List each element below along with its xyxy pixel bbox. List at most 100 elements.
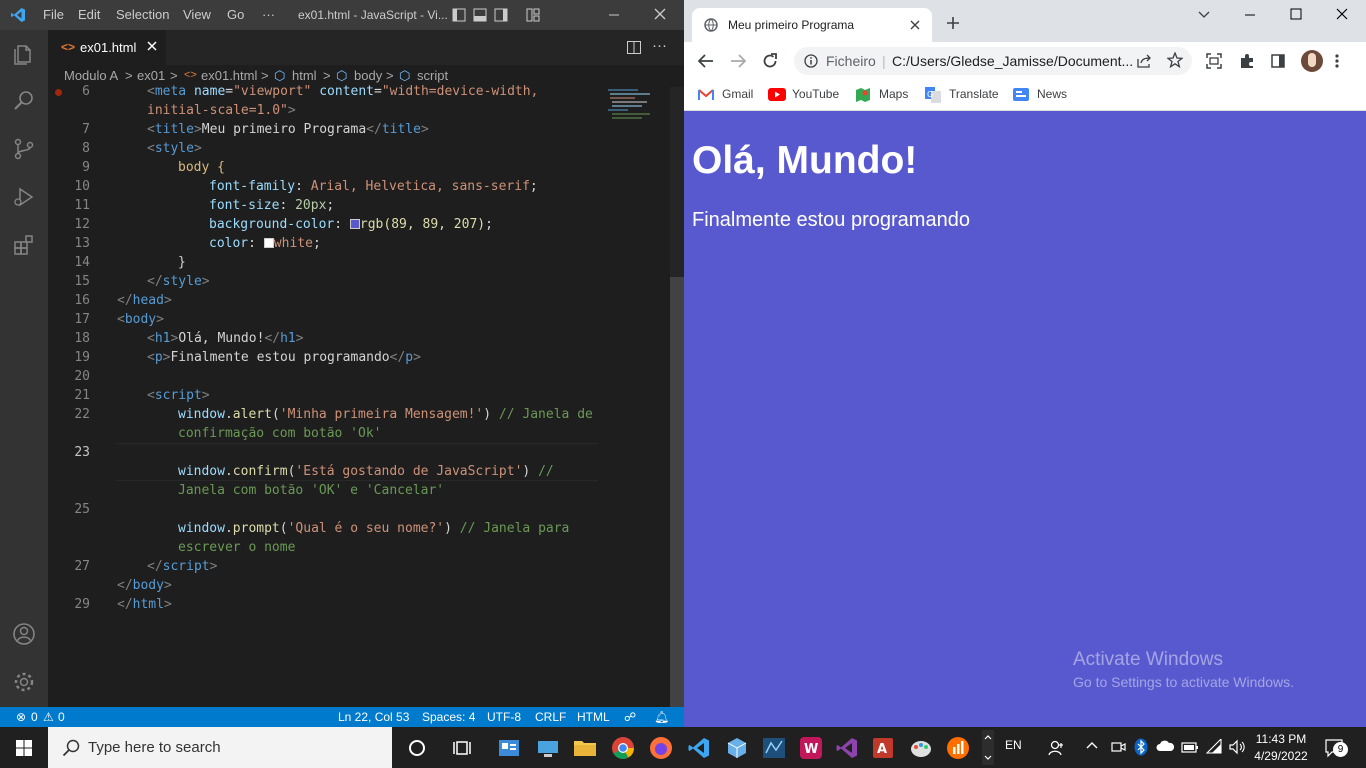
code-editor[interactable]: 6 7 8 9 10 11 12 13 14 15 16 17 18 19 20… xyxy=(48,84,684,707)
cortana-icon[interactable] xyxy=(404,735,430,761)
more-actions-icon[interactable]: ··· xyxy=(652,37,667,54)
back-arrow-icon[interactable] xyxy=(698,54,714,68)
language-mode[interactable]: HTML xyxy=(577,710,610,724)
run-debug-icon[interactable] xyxy=(12,185,36,209)
extensions-puzzle-icon[interactable] xyxy=(1239,53,1255,69)
minimize-icon[interactable] xyxy=(1244,8,1256,20)
windows-start-icon[interactable] xyxy=(16,740,32,756)
input-language[interactable]: EN xyxy=(1005,738,1022,752)
bookmark-gmail[interactable]: Gmail xyxy=(698,86,758,104)
close-icon[interactable] xyxy=(653,7,667,21)
menu-selection[interactable]: Selection xyxy=(116,7,169,22)
color-swatch[interactable] xyxy=(349,219,360,229)
people-icon[interactable] xyxy=(1048,739,1066,757)
reload-icon[interactable] xyxy=(762,53,778,69)
bookmark-youtube[interactable]: YouTube xyxy=(768,86,840,104)
search-icon[interactable] xyxy=(12,89,36,113)
side-panel-icon[interactable] xyxy=(1271,54,1285,68)
clock-time[interactable]: 11:43 PM xyxy=(1253,732,1309,746)
minimap[interactable] xyxy=(604,87,664,147)
color-swatch[interactable] xyxy=(263,238,274,248)
firefox-app-icon[interactable] xyxy=(648,735,674,761)
breadcrumb-folder[interactable]: Modulo A xyxy=(64,68,118,83)
browser-tab[interactable]: Meu primeiro Programa xyxy=(692,8,932,42)
task-view-icon[interactable] xyxy=(451,735,477,761)
paint-app-icon[interactable] xyxy=(908,735,934,761)
tab-close-icon[interactable] xyxy=(147,41,157,51)
file-explorer-icon[interactable] xyxy=(572,735,598,761)
share-icon[interactable] xyxy=(1136,53,1152,69)
close-icon[interactable] xyxy=(1336,8,1348,20)
address-bar[interactable]: Ficheiro | C:/Users/Gledse_Jamisse/Docum… xyxy=(794,47,1192,75)
toggle-sidebar-icon[interactable] xyxy=(452,8,466,22)
stats-app-icon[interactable] xyxy=(945,735,971,761)
screenshot-capture-icon[interactable] xyxy=(1206,53,1222,69)
toggle-secondary-sidebar-icon[interactable] xyxy=(494,8,508,22)
bookmark-maps[interactable]: Maps xyxy=(855,86,911,104)
error-icon[interactable]: ⊗ xyxy=(16,710,26,724)
scrollbar-thumb[interactable] xyxy=(670,277,684,707)
extensions-icon[interactable] xyxy=(12,233,36,257)
menu-view[interactable]: View xyxy=(183,7,211,22)
maximize-icon[interactable] xyxy=(1290,8,1302,20)
meet-now-icon[interactable] xyxy=(1110,739,1126,755)
show-hidden-icons-chevron-icon[interactable] xyxy=(1086,741,1098,751)
breadcrumb-file[interactable]: ex01.html xyxy=(201,68,257,83)
chrome-app-icon[interactable] xyxy=(610,735,636,761)
menu-file[interactable]: File xyxy=(43,7,64,22)
minimize-icon[interactable] xyxy=(608,7,620,21)
notifications-bell-icon[interactable]: 🔔︎ xyxy=(654,710,669,724)
bluetooth-icon[interactable] xyxy=(1134,738,1148,756)
url-text[interactable]: C:/Users/Gledse_Jamisse/Document... xyxy=(892,53,1133,69)
breadcrumb-html[interactable]: html xyxy=(292,68,317,83)
onedrive-cloud-icon[interactable] xyxy=(1156,740,1174,752)
source-control-icon[interactable] xyxy=(12,137,36,161)
visual-studio-app-icon[interactable] xyxy=(834,735,860,761)
bookmark-news[interactable]: News xyxy=(1013,86,1069,104)
warnings-count[interactable]: 0 xyxy=(58,710,65,724)
access-app-icon[interactable]: A xyxy=(870,735,896,761)
breadcrumb-body[interactable]: body xyxy=(354,68,382,83)
tab-ex01-html[interactable]: <> ex01.html xyxy=(48,30,166,65)
customize-layout-icon[interactable] xyxy=(526,8,540,22)
3d-box-app-icon[interactable] xyxy=(724,735,750,761)
battery-icon[interactable] xyxy=(1181,739,1199,755)
bookmark-star-icon[interactable] xyxy=(1167,52,1183,68)
info-icon[interactable] xyxy=(804,54,818,68)
toggle-panel-icon[interactable] xyxy=(473,8,487,22)
taskbar-overflow-scroll[interactable] xyxy=(982,730,994,765)
explorer-icon[interactable] xyxy=(12,42,36,66)
menu-edit[interactable]: Edit xyxy=(78,7,100,22)
split-editor-icon[interactable] xyxy=(627,41,641,54)
menu-more[interactable]: ··· xyxy=(262,7,275,22)
line-ending[interactable]: CRLF xyxy=(535,710,566,724)
wampserver-app-icon[interactable]: W xyxy=(798,735,824,761)
new-tab-icon[interactable] xyxy=(946,16,960,30)
tab-close-icon[interactable] xyxy=(910,20,920,30)
contacts-app-icon[interactable] xyxy=(496,735,522,761)
avatar[interactable] xyxy=(1301,50,1323,72)
encoding[interactable]: UTF-8 xyxy=(487,710,521,724)
network-app-icon[interactable] xyxy=(761,735,787,761)
cursor-position[interactable]: Ln 22, Col 53 xyxy=(338,710,409,724)
account-icon[interactable] xyxy=(12,622,36,646)
warning-icon[interactable]: ⚠ xyxy=(43,710,54,724)
wifi-icon[interactable] xyxy=(1206,739,1224,755)
vscode-app-icon[interactable] xyxy=(686,735,712,761)
tab-search-chevron-down-icon[interactable] xyxy=(1198,10,1210,20)
menu-go[interactable]: Go xyxy=(227,7,244,22)
breadcrumb-subfolder[interactable]: ex01 xyxy=(137,68,165,83)
taskbar-search-box[interactable]: Type here to search xyxy=(48,727,392,768)
problems-count[interactable]: 0 xyxy=(31,710,38,724)
settings-gear-icon[interactable] xyxy=(12,670,36,694)
scrollbar-track[interactable] xyxy=(670,87,684,707)
remote-desktop-icon[interactable] xyxy=(535,735,561,761)
volume-speaker-icon[interactable] xyxy=(1228,739,1246,755)
clock-date[interactable]: 4/29/2022 xyxy=(1253,749,1309,763)
bookmark-translate[interactable]: G Translate xyxy=(925,86,999,104)
feedback-icon[interactable]: ☍ xyxy=(624,710,636,724)
indentation[interactable]: Spaces: 4 xyxy=(422,710,475,724)
menu-kebab-icon[interactable] xyxy=(1334,53,1340,69)
forward-arrow-icon[interactable] xyxy=(730,54,746,68)
breadcrumb-script[interactable]: script xyxy=(417,68,448,83)
